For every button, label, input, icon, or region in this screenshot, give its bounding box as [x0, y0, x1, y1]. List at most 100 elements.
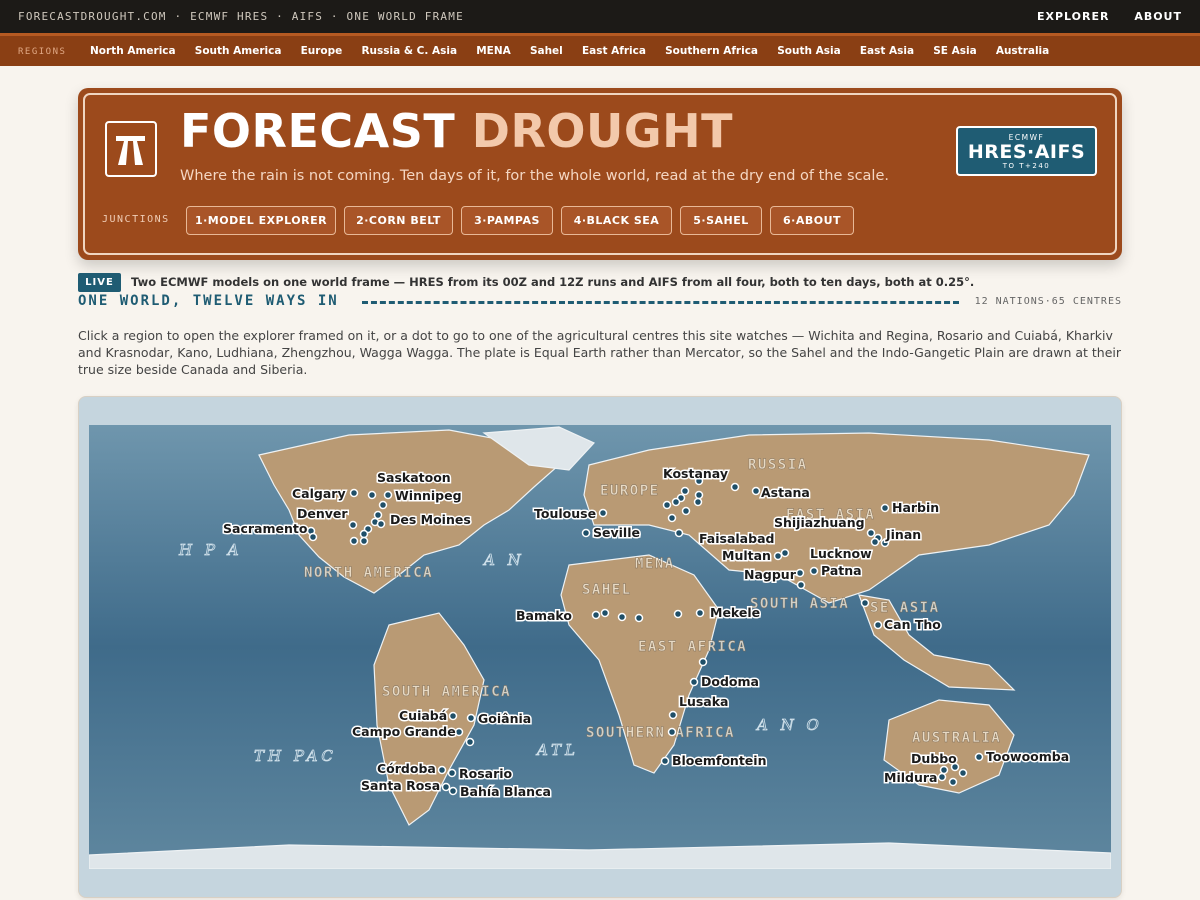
city-label[interactable]: Kostanay [662, 465, 730, 483]
centre-dot[interactable] [773, 551, 783, 561]
city-label[interactable]: Shijiazhuang [773, 514, 867, 532]
city-label[interactable]: Dubbo [910, 750, 959, 768]
centre-dot[interactable] [466, 713, 476, 723]
city-label[interactable]: Jinan [884, 526, 923, 544]
centre-dot[interactable] [308, 532, 318, 542]
explorer-link[interactable]: EXPLORER [1037, 10, 1109, 23]
centre-dot[interactable] [937, 772, 947, 782]
centre-dot[interactable] [441, 782, 451, 792]
centre-dot[interactable] [349, 488, 359, 498]
centre-dot[interactable] [359, 529, 369, 539]
centre-dot[interactable] [662, 500, 672, 510]
centre-dot[interactable] [448, 786, 458, 796]
centre-dot[interactable] [376, 519, 386, 529]
city-label[interactable]: Toowoomba [985, 748, 1071, 766]
centre-dot[interactable] [809, 566, 819, 576]
centre-dot[interactable] [866, 528, 876, 538]
centre-dot[interactable] [660, 756, 670, 766]
centre-dot[interactable] [751, 486, 761, 496]
region-east-asia[interactable]: East Asia [860, 45, 914, 57]
world-map[interactable]: NORTH AMERICA SOUTH AMERICA EUROPE RUSSI… [89, 425, 1111, 869]
centre-dot[interactable] [948, 777, 958, 787]
city-label[interactable]: Lucknow [809, 545, 874, 563]
centre-dot[interactable] [634, 613, 644, 623]
region-north-america[interactable]: North America [90, 45, 176, 57]
city-label[interactable]: Mildura [883, 769, 939, 787]
city-label[interactable]: Sacramento [222, 520, 310, 538]
centre-dot[interactable] [873, 620, 883, 630]
junction-model-explorer-button[interactable]: 1·MODEL EXPLORER [186, 206, 336, 235]
region-south-asia[interactable]: South Asia [777, 45, 840, 57]
city-label[interactable]: Lusaka [678, 693, 731, 711]
centre-dot[interactable] [680, 486, 690, 496]
centre-dot[interactable] [673, 609, 683, 619]
centre-dot[interactable] [939, 765, 949, 775]
centre-dot[interactable] [465, 737, 475, 747]
region-mena[interactable]: MENA [476, 45, 511, 57]
centre-dot[interactable] [689, 677, 699, 687]
city-label[interactable]: Cuiabá [398, 707, 449, 725]
centre-dot[interactable] [671, 497, 681, 507]
city-label[interactable]: Bamako [515, 607, 574, 625]
centre-dot[interactable] [780, 548, 790, 558]
region-south-america[interactable]: South America [195, 45, 282, 57]
junction-sahel-button[interactable]: 5·SAHEL [680, 206, 762, 235]
centre-dot[interactable] [617, 612, 627, 622]
centre-dot[interactable] [359, 536, 369, 546]
map-label-south-america[interactable]: SOUTH AMERICA [382, 684, 511, 700]
centre-dot[interactable] [591, 610, 601, 620]
city-label[interactable]: Harbin [891, 499, 941, 517]
map-label-south-asia[interactable]: SOUTH ASIA [750, 596, 849, 612]
city-label[interactable]: Goiânia [477, 710, 533, 728]
centre-dot[interactable] [795, 568, 805, 578]
city-label[interactable]: Mekele [709, 604, 762, 622]
map-label-sahel[interactable]: SAHEL [582, 582, 632, 598]
centre-dot[interactable] [681, 506, 691, 516]
centre-dot[interactable] [581, 528, 591, 538]
region-east-africa[interactable]: East Africa [582, 45, 646, 57]
city-label[interactable]: Multan [721, 547, 773, 565]
centre-dot[interactable] [668, 710, 678, 720]
junction-pampas-button[interactable]: 3·PAMPAS [461, 206, 553, 235]
city-label[interactable]: Can Tho [883, 616, 943, 634]
city-label[interactable]: Campo Grande [351, 723, 458, 741]
centre-dot[interactable] [349, 536, 359, 546]
city-label[interactable]: Toulouse [533, 505, 598, 523]
centre-dot[interactable] [383, 490, 393, 500]
map-label-se-asia[interactable]: SE ASIA [870, 600, 940, 616]
region-australia[interactable]: Australia [996, 45, 1049, 57]
centre-dot[interactable] [796, 580, 806, 590]
city-label[interactable]: Seville [592, 524, 642, 542]
city-label[interactable]: Nagpur [743, 566, 799, 584]
region-southern-africa[interactable]: Southern Africa [665, 45, 758, 57]
city-label[interactable]: Saskatoon [376, 469, 453, 487]
centre-dot[interactable] [598, 508, 608, 518]
centre-dot[interactable] [448, 711, 458, 721]
centre-dot[interactable] [348, 520, 358, 530]
centre-dot[interactable] [367, 490, 377, 500]
centre-dot[interactable] [695, 608, 705, 618]
city-label[interactable]: Des Moines [389, 511, 473, 529]
road-logo-icon[interactable] [105, 121, 157, 177]
city-label[interactable]: Patna [820, 562, 864, 580]
city-label[interactable]: Córdoba [376, 760, 438, 778]
centre-dot[interactable] [880, 503, 890, 513]
map-label-russia[interactable]: RUSSIA [748, 457, 808, 473]
city-label[interactable]: Bloemfontein [671, 752, 768, 770]
junction-about-button[interactable]: 6·ABOUT [770, 206, 854, 235]
map-label-east-africa[interactable]: EAST AFRICA [638, 639, 747, 655]
centre-dot[interactable] [373, 510, 383, 520]
centre-dot[interactable] [378, 500, 388, 510]
map-label-australia[interactable]: AUSTRALIA [912, 730, 1001, 746]
about-link[interactable]: ABOUT [1134, 10, 1182, 23]
centre-dot[interactable] [860, 598, 870, 608]
site-title[interactable]: FORECASTDROUGHT.COM · ECMWF HRES · AIFS … [18, 10, 464, 23]
centre-dot[interactable] [870, 537, 880, 547]
map-label-north-america[interactable]: NORTH AMERICA [304, 565, 433, 581]
city-label[interactable]: Calgary [291, 485, 348, 503]
centre-dot[interactable] [454, 727, 464, 737]
city-label[interactable]: Dodoma [700, 673, 761, 691]
map-label-southern-africa[interactable]: SOUTHERN AFRICA [586, 725, 735, 741]
centre-dot[interactable] [667, 727, 677, 737]
centre-dot[interactable] [694, 490, 704, 500]
